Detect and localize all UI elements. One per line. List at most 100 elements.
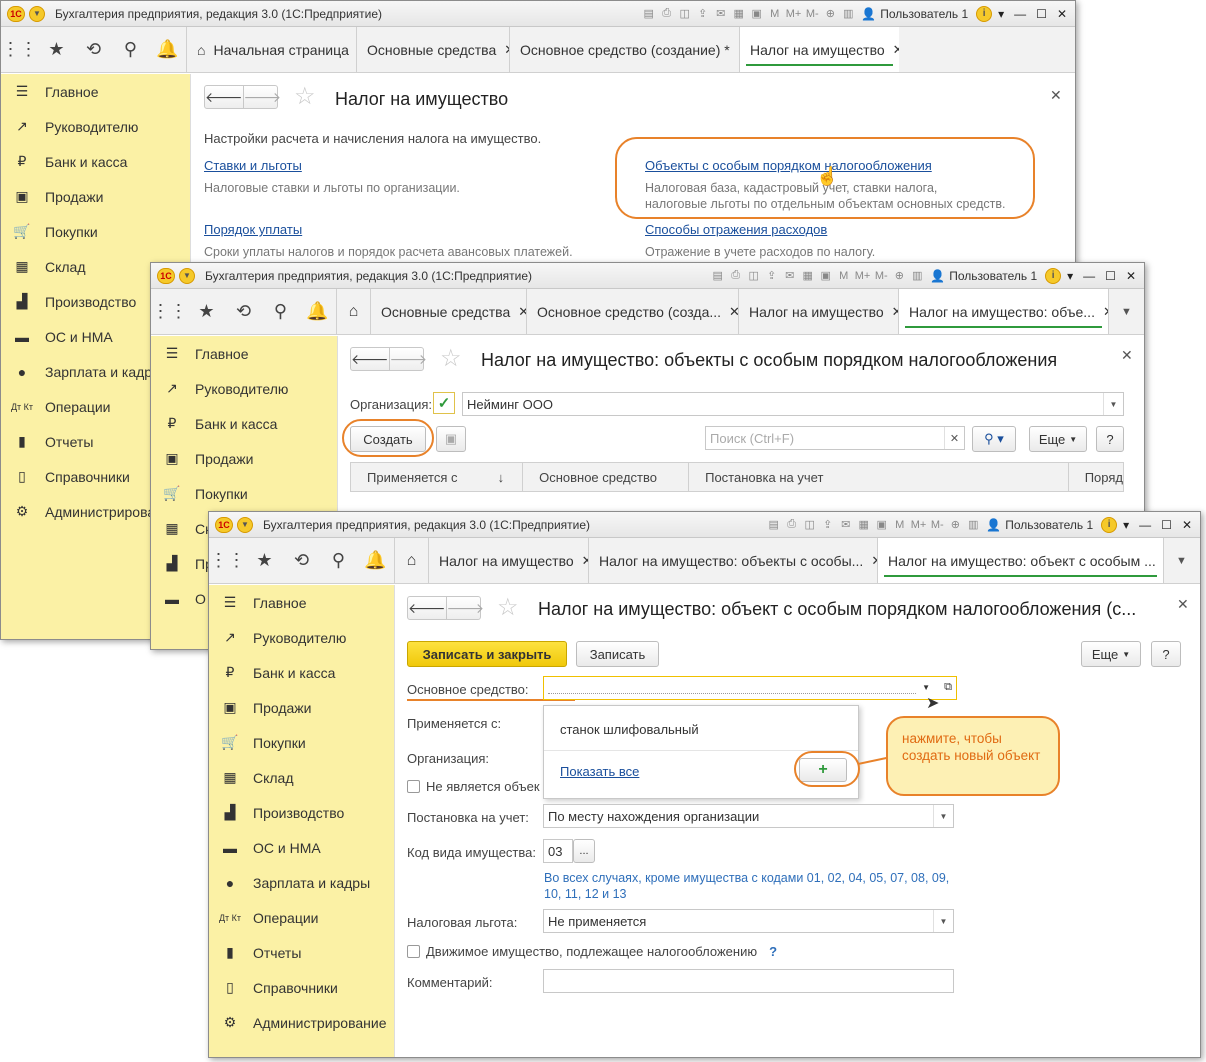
close-form-icon[interactable]: ✕ bbox=[1121, 347, 1133, 364]
comment-input[interactable] bbox=[543, 969, 954, 993]
sidebar-item-catalogs[interactable]: ▯ Справочники bbox=[209, 970, 394, 1005]
checkbox[interactable] bbox=[407, 945, 420, 958]
copy-button[interactable]: ▣ bbox=[436, 426, 466, 452]
close-tab-icon[interactable]: ✕ bbox=[518, 304, 526, 320]
print-icon[interactable]: ⎙ bbox=[660, 7, 674, 20]
info-icon[interactable]: i bbox=[1045, 267, 1062, 284]
calculator-icon[interactable]: ▦ bbox=[732, 7, 746, 20]
open-icon[interactable]: ⧉ bbox=[944, 681, 952, 694]
help-button[interactable]: ? bbox=[1096, 426, 1124, 452]
tab-special-object-create[interactable]: Налог на имущество: объект с особым ...✕ bbox=[877, 538, 1163, 583]
close-window-icon[interactable]: ✕ bbox=[1126, 269, 1136, 283]
link-expense-methods[interactable]: Способы отражения расходов bbox=[645, 222, 827, 237]
sidebar-item-salary[interactable]: ● Зарплата и кадры bbox=[209, 865, 394, 900]
tab-property-tax[interactable]: Налог на имущество✕ bbox=[739, 27, 899, 72]
calendar-icon[interactable]: ▣ bbox=[875, 518, 889, 531]
chevron-down-icon[interactable]: ▼ bbox=[933, 910, 953, 932]
back-icon[interactable]: 🡐 bbox=[205, 86, 243, 108]
sidebar-item-sales[interactable]: ▣ Продажи bbox=[151, 441, 337, 476]
preview-icon[interactable]: ◫ bbox=[747, 269, 761, 282]
main-menu-dropdown-icon[interactable]: ▼ bbox=[29, 5, 45, 22]
tab-fixed-assets[interactable]: Основные средства✕ bbox=[370, 289, 526, 334]
m-minus-icon[interactable]: M- bbox=[930, 519, 944, 531]
more-button[interactable]: Еще ▼ bbox=[1029, 426, 1087, 452]
favorites-star-icon[interactable]: ★ bbox=[246, 550, 283, 571]
mail-icon[interactable]: ✉ bbox=[839, 518, 853, 531]
tax-benefit-select[interactable]: Не применяется ▼ bbox=[543, 909, 954, 933]
col-applies-from[interactable]: Применяется с ↓ bbox=[351, 463, 524, 491]
print-icon[interactable]: ⎙ bbox=[729, 269, 743, 282]
sidebar-item-sales[interactable]: ▣ Продажи bbox=[1, 179, 190, 214]
main-menu-dropdown-icon[interactable]: ▼ bbox=[179, 267, 195, 284]
tabs-more-icon[interactable]: ▼ bbox=[1108, 289, 1144, 334]
m-minus-icon[interactable]: M- bbox=[874, 270, 888, 282]
tab-home[interactable]: ⌂ bbox=[336, 289, 370, 334]
search-icon[interactable]: ⚲ bbox=[320, 550, 357, 571]
link-rates[interactable]: Ставки и льготы bbox=[204, 158, 302, 173]
col-order[interactable]: Поряд bbox=[1069, 463, 1123, 491]
help-question-icon[interactable]: ? bbox=[769, 944, 777, 959]
bell-icon[interactable]: 🔔 bbox=[149, 39, 186, 60]
favorite-star-icon[interactable]: ☆ bbox=[440, 344, 462, 373]
calendar-icon[interactable]: ▣ bbox=[750, 7, 764, 20]
org-checkbox[interactable]: ✓ bbox=[433, 392, 455, 414]
calculator-icon[interactable]: ▦ bbox=[857, 518, 871, 531]
minimize-icon[interactable]: — bbox=[1139, 518, 1151, 532]
back-icon[interactable]: 🡐 bbox=[408, 597, 446, 619]
tab-property-tax[interactable]: Налог на имущество✕ bbox=[428, 538, 588, 583]
checkbox[interactable] bbox=[407, 780, 420, 793]
more-button[interactable]: Еще ▼ bbox=[1081, 641, 1141, 667]
sidebar-item-reports[interactable]: ▮ Отчеты bbox=[209, 935, 394, 970]
dropdown-icon[interactable]: ▾ bbox=[998, 7, 1004, 21]
panel-icon[interactable]: ▥ bbox=[966, 518, 980, 531]
save-and-close-button[interactable]: Записать и закрыть bbox=[407, 641, 567, 667]
search-button[interactable]: ⚲ ▾ bbox=[972, 426, 1016, 452]
sidebar-item-assets[interactable]: ▬ ОС и НМА bbox=[209, 830, 394, 865]
m-plus-icon[interactable]: M+ bbox=[786, 8, 802, 20]
calendar-icon[interactable]: ▣ bbox=[819, 269, 833, 282]
close-window-icon[interactable]: ✕ bbox=[1182, 518, 1192, 532]
search-icon[interactable]: ⚲ bbox=[262, 301, 299, 322]
panel-icon[interactable]: ▥ bbox=[841, 7, 855, 20]
m-icon[interactable]: M bbox=[893, 519, 907, 531]
mail-icon[interactable]: ✉ bbox=[714, 7, 728, 20]
chevron-down-icon[interactable]: ▼ bbox=[933, 805, 953, 827]
close-window-icon[interactable]: ✕ bbox=[1057, 7, 1067, 21]
info-icon[interactable]: i bbox=[1101, 516, 1118, 533]
fixed-asset-input[interactable]: ▼ ⧉ bbox=[543, 676, 957, 700]
link-icon[interactable]: ⇪ bbox=[765, 269, 779, 282]
not-object-checkbox-row[interactable]: Не является объек bbox=[407, 779, 540, 794]
history-icon[interactable]: ⟲ bbox=[225, 301, 262, 322]
history-icon[interactable]: ⟲ bbox=[283, 550, 320, 571]
favorites-star-icon[interactable]: ★ bbox=[38, 39, 75, 60]
link-icon[interactable]: ⇪ bbox=[821, 518, 835, 531]
show-all-link[interactable]: Показать все bbox=[560, 764, 639, 779]
tab-home[interactable]: ⌂ bbox=[394, 538, 428, 583]
zoom-icon[interactable]: ⊕ bbox=[948, 518, 962, 531]
main-menu-dropdown-icon[interactable]: ▼ bbox=[237, 516, 253, 533]
org-field[interactable]: Нейминг ООО ▼ bbox=[462, 392, 1124, 416]
bell-icon[interactable]: 🔔 bbox=[357, 550, 394, 571]
apps-grid-icon[interactable]: ⋮⋮ bbox=[209, 550, 246, 571]
sidebar-item-sales[interactable]: ▣ Продажи bbox=[209, 690, 394, 725]
m-plus-icon[interactable]: M+ bbox=[855, 270, 871, 282]
chevron-down-icon[interactable]: ▼ bbox=[1103, 393, 1123, 415]
sidebar-item-bank[interactable]: ₽ Банк и касса bbox=[151, 406, 337, 441]
sidebar-item-warehouse[interactable]: ▦ Склад bbox=[209, 760, 394, 795]
sidebar-item-main[interactable]: ☰ Главное bbox=[1, 74, 190, 109]
calculator-icon[interactable]: ▦ bbox=[801, 269, 815, 282]
user-menu[interactable]: 👤 Пользователь 1 bbox=[861, 7, 968, 21]
tab-asset-create[interactable]: Основное средство (создание) *✕ bbox=[509, 27, 739, 72]
preview-icon[interactable]: ◫ bbox=[803, 518, 817, 531]
minimize-icon[interactable]: — bbox=[1083, 269, 1095, 283]
col-registration[interactable]: Постановка на учет bbox=[689, 463, 1069, 491]
panel-icon[interactable]: ▥ bbox=[910, 269, 924, 282]
minimize-icon[interactable]: — bbox=[1014, 7, 1026, 21]
sidebar-item-operations[interactable]: Дт Кт Операции bbox=[209, 900, 394, 935]
forward-icon[interactable]: 🡒 bbox=[388, 348, 427, 370]
tab-special-objects[interactable]: Налог на имущество: объе...✕ bbox=[898, 289, 1108, 334]
user-menu[interactable]: 👤 Пользователь 1 bbox=[986, 518, 1093, 532]
link-payment-order[interactable]: Порядок уплаты bbox=[204, 222, 302, 237]
clear-search-icon[interactable]: ✕ bbox=[944, 427, 964, 449]
sidebar-item-director[interactable]: ↗ Руководителю bbox=[151, 371, 337, 406]
